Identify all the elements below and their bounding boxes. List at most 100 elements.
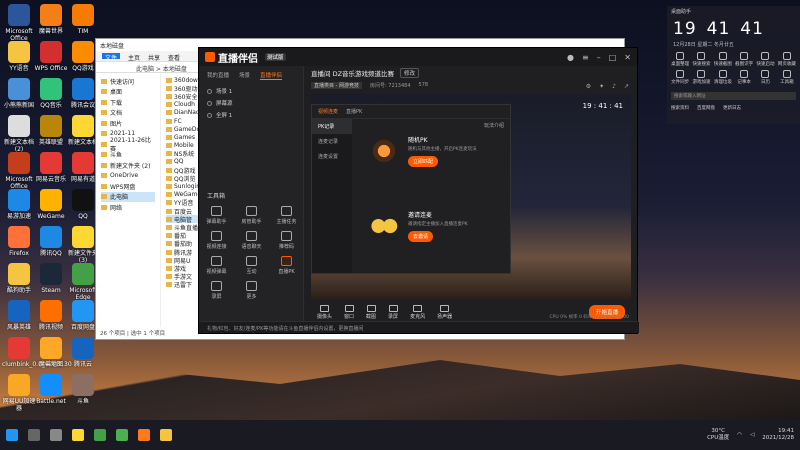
desktop-icon[interactable]: 小熊熊新国 <box>2 78 36 109</box>
ribbon-tab[interactable]: 共享 <box>148 53 160 62</box>
tool-button[interactable]: 直播PK <box>269 256 304 275</box>
file-row[interactable]: DianNao <box>166 109 202 117</box>
wifi-icon[interactable]: ◠ <box>737 432 742 438</box>
nav-item[interactable]: 快速访问 <box>101 76 155 87</box>
widget-link[interactable]: 更新日志 <box>723 105 741 111</box>
desktop-icon[interactable]: 腾讯QQ <box>34 226 68 257</box>
popup-tab[interactable]: 视频连麦 <box>318 108 338 115</box>
scene-item[interactable]: 全屏 1 <box>199 109 303 121</box>
ribbon-tab[interactable]: 主页 <box>128 53 140 62</box>
tool-button[interactable]: 互动 <box>234 256 269 275</box>
file-row[interactable]: 游戏 <box>166 264 202 273</box>
file-row[interactable]: 番茄 <box>166 232 202 240</box>
desktop-icon[interactable]: Steam <box>34 263 68 294</box>
file-row[interactable]: 手游文 <box>166 273 202 281</box>
desktop-icon[interactable]: 魔兽地图 <box>34 337 68 368</box>
file-explorer-icon[interactable] <box>72 429 84 441</box>
control-button[interactable]: 录屏 <box>388 304 398 320</box>
close-icon[interactable]: ✕ <box>624 53 631 62</box>
sidebar-tab[interactable]: 直播伴侣 <box>260 71 283 80</box>
popup-tab[interactable]: 直播PK <box>346 108 362 115</box>
tool-button[interactable]: 推荐码 <box>269 231 304 250</box>
desktop-icon[interactable]: QQ音乐 <box>34 78 68 109</box>
popup-menu-item[interactable]: 连麦记录 <box>312 134 352 149</box>
live-companion-window[interactable]: 直播伴侣 测试版 ● ≡ – □ ✕ 我的直播 场景 直播伴侣 场景 1 屏幕源 全屏 … <box>198 47 639 334</box>
file-row[interactable]: 迅雷下 <box>166 281 202 289</box>
edge-icon[interactable] <box>94 429 106 441</box>
desktop-icon[interactable]: Firefox <box>2 226 36 257</box>
eye-icon[interactable] <box>207 88 212 94</box>
nav-item[interactable]: OneDrive <box>101 171 155 182</box>
control-button[interactable]: 扬声器 <box>437 304 452 320</box>
desktop-icon[interactable]: 腾讯云 <box>66 337 100 368</box>
file-row[interactable]: 腾讯游 <box>166 248 202 256</box>
rules-link[interactable]: 玩法介绍 <box>484 122 504 129</box>
file-row[interactable]: Cloudh <box>166 101 202 109</box>
file-row[interactable]: 斗鱼直播 <box>166 223 202 232</box>
eye-icon[interactable] <box>207 112 212 118</box>
sidebar-tab[interactable]: 场景 <box>239 71 250 80</box>
gift-icon[interactable]: ✦ <box>599 83 604 90</box>
file-row[interactable]: Games <box>166 133 202 141</box>
file-row[interactable]: 电脑管 <box>166 215 202 224</box>
desktop-icon[interactable]: 易游加速 <box>2 189 36 220</box>
taskbar-clock[interactable]: 19:41 2021/12/28 <box>762 428 794 442</box>
nav-item[interactable]: 文档 <box>101 108 155 119</box>
ribbon-tab[interactable]: 文件 <box>102 53 121 62</box>
widget-shortcut[interactable]: 工具箱 <box>778 70 796 85</box>
control-button[interactable]: 窗口 <box>344 304 354 320</box>
douyu-icon[interactable] <box>138 429 150 441</box>
nav-item[interactable]: 桌面 <box>101 87 155 98</box>
file-row[interactable]: QQ浏览 <box>166 174 202 182</box>
control-button[interactable]: 摄像头 <box>317 304 332 320</box>
file-row[interactable]: WeGame <box>166 191 202 199</box>
desktop-icon[interactable]: WeGame <box>34 189 68 220</box>
control-button[interactable]: 截图 <box>366 304 376 320</box>
file-row[interactable]: 番茄助 <box>166 240 202 248</box>
file-row[interactable]: 360驱动 <box>166 84 202 92</box>
menu-icon[interactable]: ≡ <box>582 53 589 62</box>
desktop-icon[interactable]: 斗鱼 <box>66 374 100 405</box>
file-row[interactable]: QQ <box>166 158 202 166</box>
tool-button[interactable]: 房管助手 <box>234 206 269 225</box>
desktop-icon[interactable]: Battle.net <box>34 374 68 405</box>
desktop-icon[interactable]: clumbink_0.0_6723130 <box>2 337 72 368</box>
file-row[interactable]: 360安全 <box>166 92 202 101</box>
tool-button[interactable]: 语音聊天 <box>234 231 269 250</box>
scene-item[interactable]: 屏幕源 <box>199 97 303 109</box>
file-row[interactable]: YY语音 <box>166 199 202 207</box>
popup-menu-item[interactable]: PK记录 <box>312 119 352 134</box>
widget-link[interactable]: 百度网盘 <box>697 105 715 111</box>
widget-shortcut[interactable]: 文件同步 <box>671 70 689 85</box>
tool-button[interactable]: 视频连接 <box>199 231 234 250</box>
widget-shortcut[interactable]: 日历 <box>756 70 774 85</box>
desktop-icon[interactable]: YY语音 <box>2 41 36 72</box>
desktop-icon[interactable]: 新建文本档 (2) <box>2 115 36 153</box>
file-row[interactable]: 网易U <box>166 256 202 264</box>
nav-item[interactable]: 新建文件夹 (2) <box>101 160 155 171</box>
widget-shortcut[interactable]: 桌面整理 <box>671 52 689 67</box>
file-row[interactable]: FC <box>166 117 202 125</box>
nav-item[interactable]: 下载 <box>101 97 155 108</box>
file-row[interactable]: 百度云 <box>166 207 202 215</box>
desktop-icon[interactable]: TIM <box>66 4 100 35</box>
widget-shortcut[interactable]: 截图识字 <box>735 52 753 67</box>
settings-icon[interactable]: ⚙ <box>586 83 591 90</box>
wechat-icon[interactable] <box>116 429 128 441</box>
nav-item[interactable]: 图片 <box>101 118 155 129</box>
nav-item[interactable]: 网络 <box>101 202 155 213</box>
desktop-icon[interactable]: 腾讯视频 <box>34 300 68 331</box>
windows-start-icon[interactable] <box>6 429 18 441</box>
desktop-icon[interactable]: 魔兽世界 <box>34 4 68 35</box>
tool-button[interactable]: 更多 <box>234 281 269 300</box>
widget-shortcut[interactable]: 记事本 <box>735 70 753 85</box>
avatar-icon[interactable]: ● <box>567 53 574 62</box>
popup-menu-item[interactable]: 连麦设置 <box>312 149 352 164</box>
room-category[interactable]: 直播类目 - 网游竞技 <box>311 81 362 89</box>
live-companion-icon[interactable] <box>160 429 172 441</box>
desktop-icon[interactable]: 风暴英雄 <box>2 300 36 331</box>
sidebar-tab[interactable]: 我的直播 <box>207 71 229 80</box>
edit-title-button[interactable]: 修改 <box>400 68 420 78</box>
file-row[interactable]: Mobile <box>166 142 202 150</box>
volume-icon[interactable]: ◁ <box>750 432 754 438</box>
